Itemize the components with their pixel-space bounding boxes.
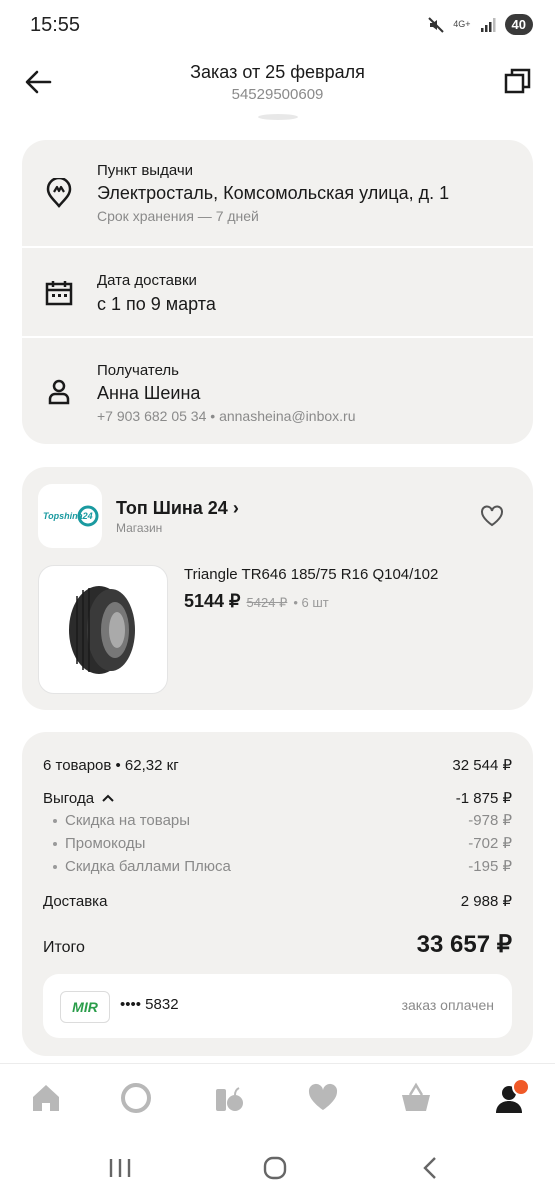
- items-row: 6 товаров • 62,32 кг 32 544 ₽: [43, 756, 512, 774]
- delivery-dates: с 1 по 9 марта: [97, 294, 216, 314]
- delivery-cost-label: Доставка: [43, 893, 108, 910]
- header-shadow: [258, 114, 298, 120]
- discount-label: Промокоды: [65, 835, 146, 852]
- person-icon: [48, 379, 70, 405]
- discount-value: -978 ₽: [468, 812, 512, 829]
- shop-logo[interactable]: Topshina24: [38, 484, 102, 548]
- discount-value: -702 ₽: [468, 835, 512, 852]
- tire-image: [69, 586, 135, 674]
- mute-icon: [428, 16, 444, 33]
- app-header: Заказ от 25 февраля 54529500609: [0, 50, 555, 120]
- old-price: 5424 ₽: [246, 595, 288, 610]
- order-number: 54529500609: [231, 86, 324, 103]
- current-price: 5144 ₽: [184, 591, 241, 611]
- recent-apps-icon[interactable]: [107, 1155, 133, 1181]
- delivery-date-label: Дата доставки: [97, 272, 197, 289]
- delivery-info-card: Пункт выдачи Электросталь, Комсомольская…: [22, 140, 533, 444]
- home-button-icon[interactable]: [262, 1155, 288, 1181]
- recipient-label: Получатель: [97, 362, 179, 379]
- payment-status: заказ оплачен: [401, 997, 494, 1013]
- copy-icon[interactable]: [503, 66, 533, 96]
- order-summary-card: 6 товаров • 62,32 кг 32 544 ₽ Выгода -1 …: [22, 732, 533, 1056]
- home-icon[interactable]: [29, 1081, 63, 1115]
- discount-label: Скидка баллами Плюса: [65, 858, 231, 875]
- discount-value: -195 ₽: [468, 858, 512, 875]
- benefit-row[interactable]: Выгода -1 875 ₽: [43, 789, 512, 807]
- pickup-marker-icon: [46, 178, 72, 208]
- system-back-icon[interactable]: [418, 1155, 444, 1181]
- quantity: • 6 шт: [293, 595, 329, 610]
- cart-icon[interactable]: [399, 1081, 433, 1115]
- bullet: [53, 819, 57, 824]
- signal-icon: [480, 17, 496, 32]
- alice-icon[interactable]: [119, 1081, 153, 1115]
- catalog-icon[interactable]: [212, 1081, 246, 1115]
- status-icons: 4G+ 40: [427, 14, 533, 35]
- heart-icon[interactable]: [479, 503, 505, 529]
- delivery-date-row: Дата доставки с 1 по 9 марта: [22, 248, 533, 336]
- shop-logo-image: Topshina24: [43, 505, 99, 527]
- page-title: Заказ от 25 февраля: [190, 62, 365, 82]
- mir-logo: MIR: [60, 991, 110, 1023]
- shop-name-link[interactable]: Топ Шина 24 ›: [116, 498, 239, 519]
- bullet: [53, 865, 57, 870]
- pickup-point-row[interactable]: Пункт выдачи Электросталь, Комсомольская…: [22, 140, 533, 246]
- shop-card: Topshina24 Топ Шина 24 › Магазин Triangl…: [22, 467, 533, 710]
- benefit-label: Выгода: [43, 790, 95, 807]
- chevron-up-icon: [102, 794, 114, 802]
- svg-text:Topshina24: Topshina24: [43, 511, 93, 521]
- discount-label: Скидка на товары: [65, 812, 191, 829]
- items-value: 32 544 ₽: [452, 757, 512, 774]
- battery-level: 40: [504, 14, 533, 35]
- card-number: •••• 5832: [120, 996, 179, 1013]
- storage-period: Срок хранения — 7 дней: [97, 208, 259, 224]
- discount-row: Скидка баллами Плюса -195 ₽: [43, 857, 512, 875]
- benefit-toggle[interactable]: Выгода: [43, 790, 114, 807]
- bottom-nav: [0, 1063, 555, 1132]
- discount-row: Промокоды -702 ₽: [43, 834, 512, 852]
- delivery-cost-value: 2 988 ₽: [460, 893, 512, 910]
- shop-name: Топ Шина 24: [116, 498, 228, 518]
- benefit-value: -1 875 ₽: [455, 790, 512, 807]
- chevron-right-icon: ›: [232, 498, 239, 518]
- recipient-contacts: +7 903 682 05 34 • annasheina@inbox.ru: [97, 408, 356, 424]
- favorites-icon[interactable]: [306, 1081, 340, 1115]
- system-nav-bar: [0, 1131, 555, 1200]
- recipient-name: Анна Шеина: [97, 383, 201, 403]
- calendar-icon: [45, 281, 73, 306]
- discount-row: Скидка на товары -978 ₽: [43, 811, 512, 829]
- bullet: [53, 842, 57, 847]
- pickup-address: Электросталь, Комсомольская улица, д. 1: [97, 183, 450, 203]
- total-value: 33 657 ₽: [416, 931, 512, 958]
- notification-dot: [512, 1078, 530, 1096]
- shop-type: Магазин: [116, 521, 163, 535]
- total-row: Итого 33 657 ₽: [43, 930, 512, 959]
- product-prices: 5144 ₽ 5424 ₽ • 6 шт: [184, 591, 329, 612]
- network-type: 4G+: [453, 19, 471, 29]
- status-time: 15:55: [30, 14, 81, 36]
- total-label: Итого: [43, 939, 85, 956]
- status-bar: 15:55 4G+ 40: [0, 0, 555, 50]
- delivery-cost-row: Доставка 2 988 ₽: [43, 892, 512, 910]
- product-image[interactable]: [38, 565, 168, 694]
- pickup-label: Пункт выдачи: [97, 162, 194, 179]
- recipient-row[interactable]: Получатель Анна Шеина +7 903 682 05 34 •…: [22, 338, 533, 444]
- payment-box: MIR •••• 5832 заказ оплачен: [43, 974, 512, 1038]
- items-label: 6 товаров • 62,32 кг: [43, 757, 179, 774]
- product-name[interactable]: Triangle TR646 185/75 R16 Q104/102: [184, 566, 438, 583]
